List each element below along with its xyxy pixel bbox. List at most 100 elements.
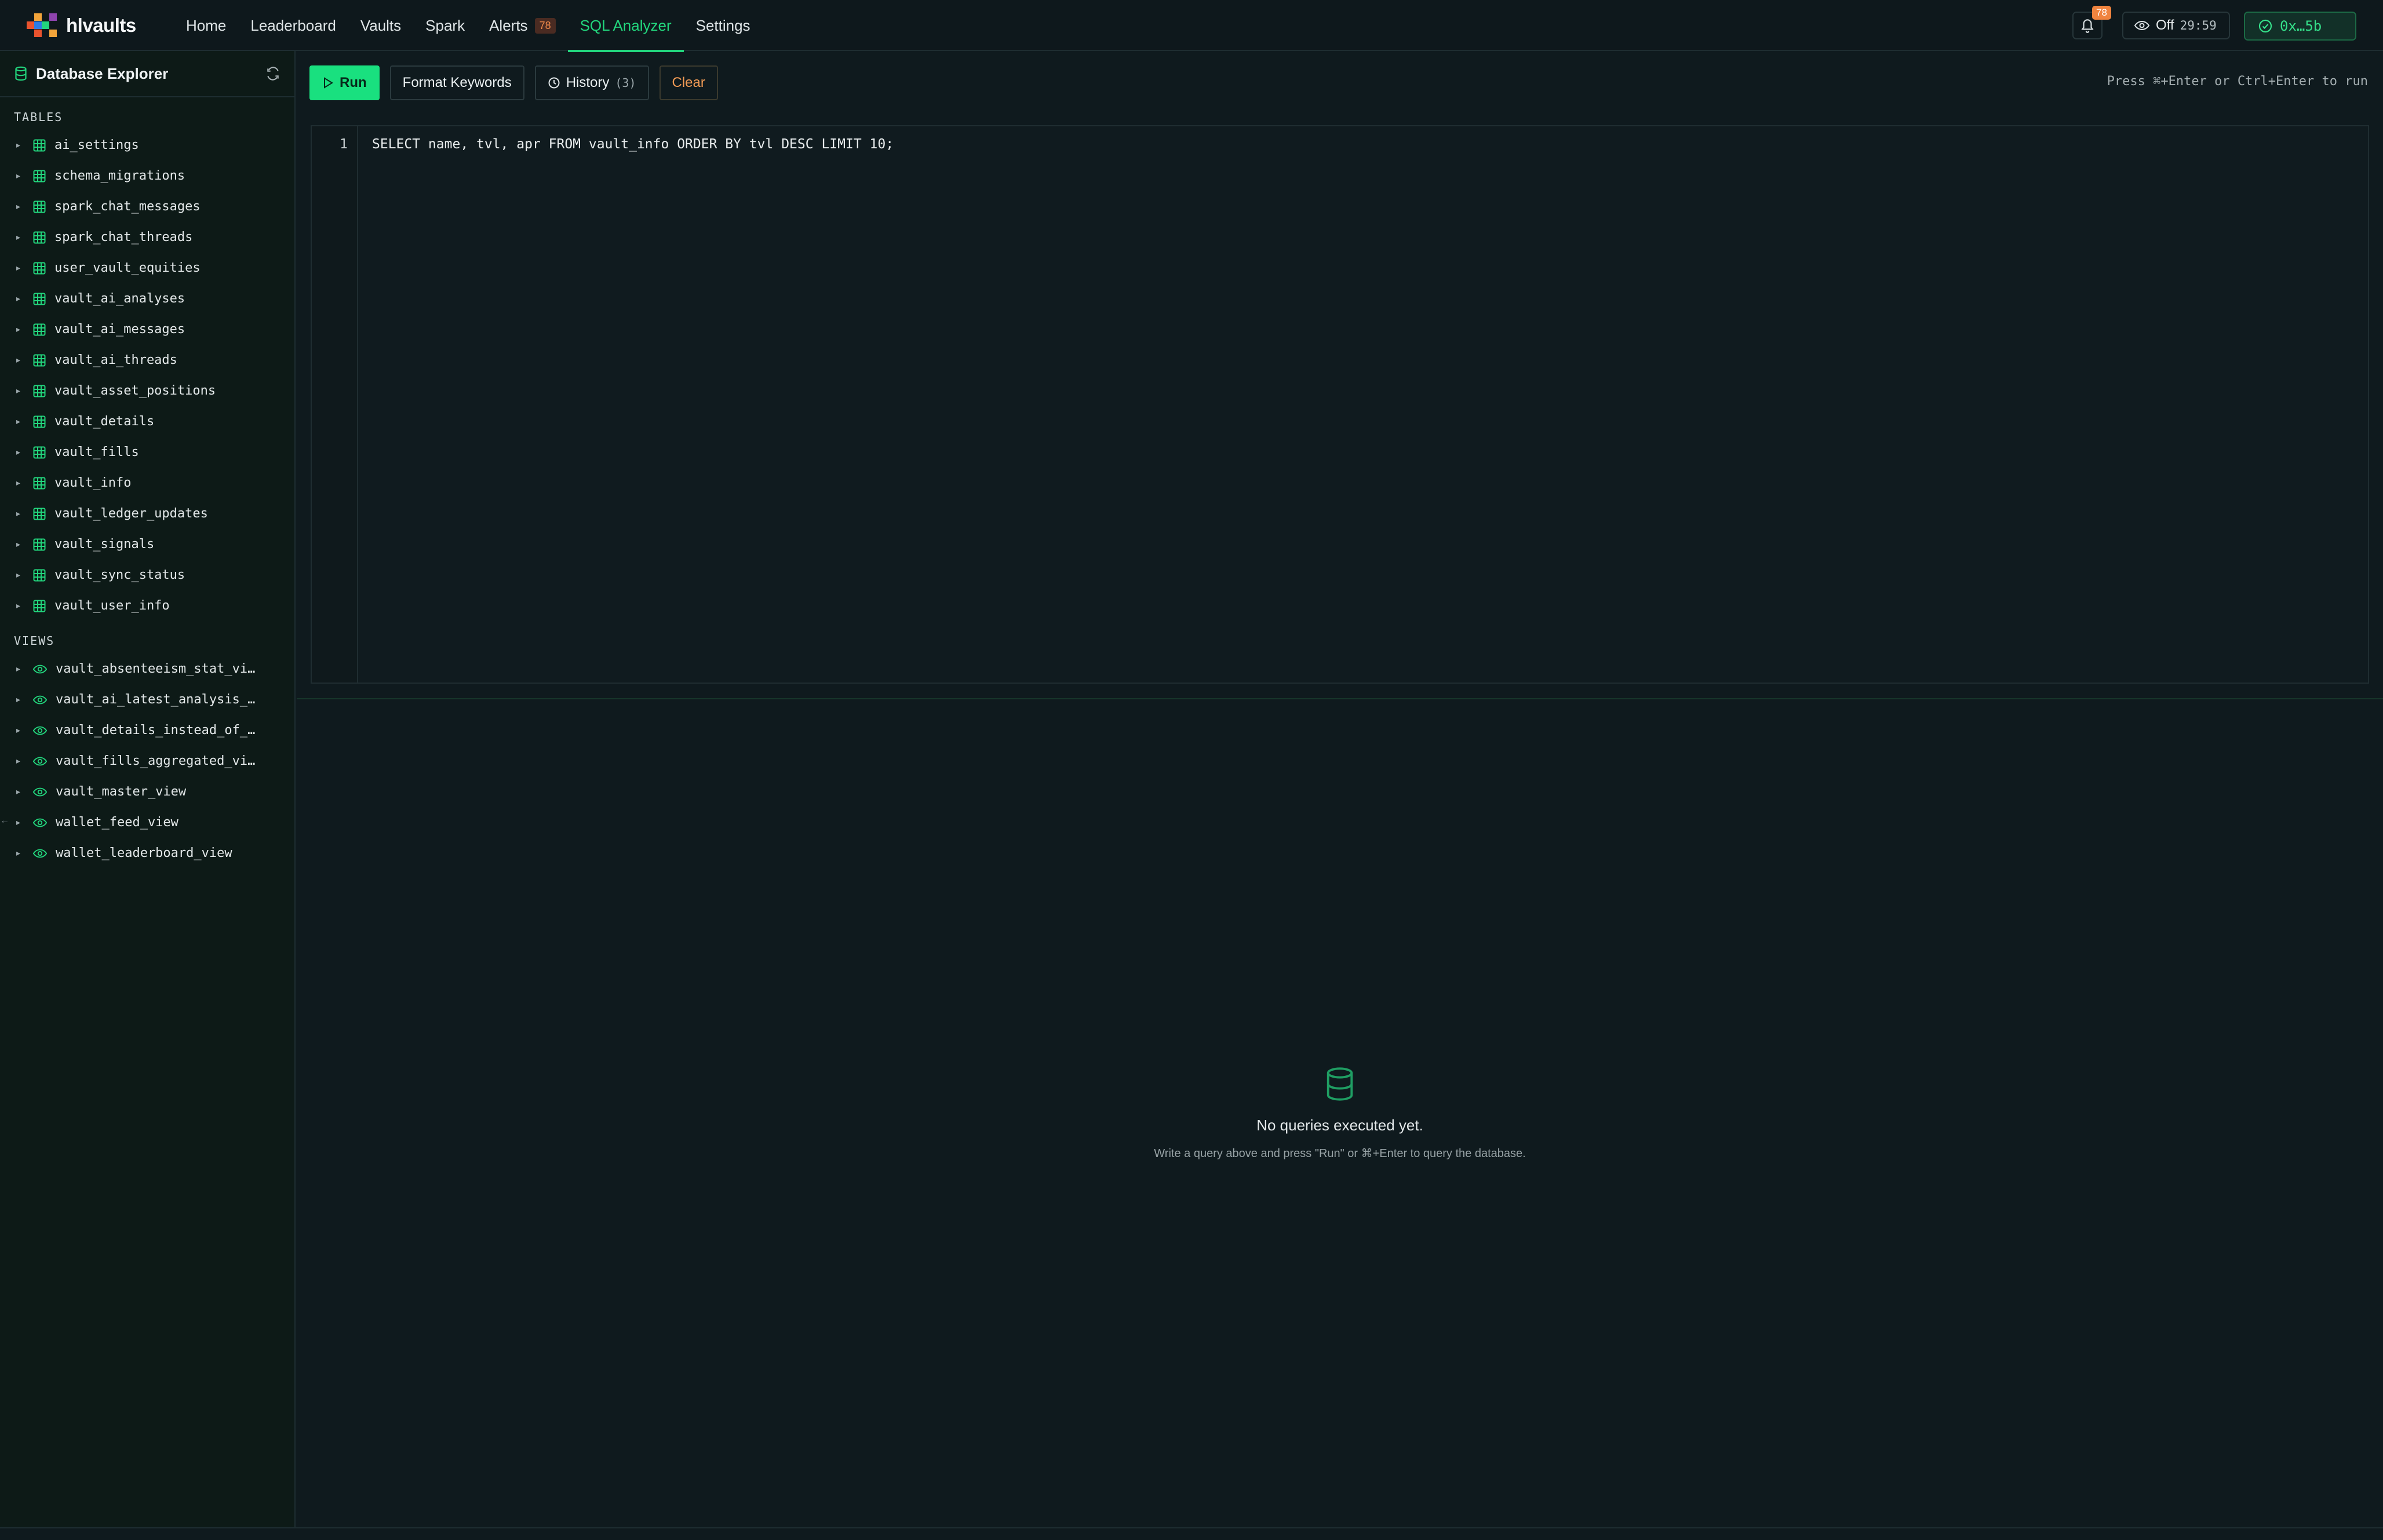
- view-name: vault_absenteeism_stat_vi…: [56, 662, 256, 676]
- expand-caret-icon[interactable]: ▸: [16, 695, 24, 705]
- table-grid-icon: [32, 446, 46, 459]
- nav-spark[interactable]: Spark: [413, 0, 477, 51]
- nav-alerts[interactable]: Alerts 78: [477, 0, 568, 51]
- table-item[interactable]: ▸ vault_ledger_updates: [0, 498, 294, 529]
- expand-caret-icon[interactable]: ▸: [16, 417, 24, 426]
- expand-caret-icon[interactable]: ▸: [16, 818, 24, 827]
- expand-caret-icon[interactable]: ▸: [16, 725, 24, 735]
- view-name: wallet_leaderboard_view: [56, 846, 232, 860]
- table-item[interactable]: ▸ vault_asset_positions: [0, 375, 294, 406]
- view-item[interactable]: ▸ vault_ai_latest_analysis_…: [0, 684, 294, 715]
- history-label: History: [566, 75, 610, 90]
- table-name: vault_ai_messages: [54, 322, 185, 337]
- expand-caret-icon[interactable]: ▸: [16, 539, 24, 549]
- expand-caret-icon[interactable]: ▸: [16, 386, 24, 396]
- table-name: vault_fills: [54, 445, 139, 459]
- nav-settings[interactable]: Settings: [684, 0, 763, 51]
- table-item[interactable]: ▸ ai_settings: [0, 130, 294, 160]
- nav-home-label: Home: [186, 16, 227, 34]
- sql-editor[interactable]: 1 SELECT name, tvl, apr FROM vault_info …: [311, 125, 2369, 684]
- expand-caret-icon[interactable]: ▸: [16, 324, 24, 334]
- expand-caret-icon[interactable]: ▸: [16, 601, 24, 611]
- check-circle-icon: [2258, 19, 2272, 33]
- editor-gutter: 1: [312, 126, 358, 683]
- visibility-state: Off: [2156, 17, 2174, 33]
- wallet-button[interactable]: 0x…5b: [2244, 12, 2356, 41]
- eye-icon: [32, 756, 48, 767]
- expand-caret-icon[interactable]: ▸: [16, 848, 24, 858]
- table-item[interactable]: ▸ vault_ai_threads: [0, 345, 294, 375]
- expand-caret-icon[interactable]: ▸: [16, 509, 24, 519]
- table-item[interactable]: ▸ spark_chat_threads: [0, 222, 294, 253]
- line-number: 1: [340, 137, 348, 152]
- table-grid-icon: [32, 200, 46, 214]
- table-item[interactable]: ▸ vault_sync_status: [0, 560, 294, 590]
- view-name: wallet_feed_view: [56, 815, 178, 830]
- eye-icon: [32, 663, 48, 675]
- nav-leaderboard[interactable]: Leaderboard: [238, 0, 348, 51]
- brand-logo[interactable]: hlvaults: [27, 12, 136, 39]
- main-nav: Home Leaderboard Vaults Spark Alerts 78 …: [174, 0, 763, 52]
- table-item[interactable]: ▸ user_vault_equities: [0, 253, 294, 283]
- code-line[interactable]: SELECT name, tvl, apr FROM vault_info OR…: [372, 137, 894, 152]
- table-grid-icon: [32, 599, 46, 613]
- eye-icon: [32, 786, 48, 798]
- view-item[interactable]: ▸ vault_fills_aggregated_vi…: [0, 746, 294, 776]
- expand-caret-icon[interactable]: ▸: [16, 355, 24, 365]
- sidebar-collapse-handle[interactable]: ←: [0, 816, 12, 833]
- table-item[interactable]: ▸ spark_chat_messages: [0, 191, 294, 222]
- expand-caret-icon[interactable]: ▸: [16, 756, 24, 766]
- expand-caret-icon[interactable]: ▸: [16, 263, 24, 273]
- table-item[interactable]: ▸ vault_user_info: [0, 590, 294, 621]
- database-icon: [15, 66, 27, 81]
- table-name: vault_ai_analyses: [54, 291, 185, 306]
- refresh-icon[interactable]: [265, 66, 280, 81]
- table-grid-icon: [32, 231, 46, 244]
- nav-alerts-label: Alerts: [489, 16, 528, 34]
- results-divider[interactable]: [297, 698, 2383, 699]
- visibility-timer-toggle[interactable]: Off 29:59: [2122, 12, 2230, 39]
- table-item[interactable]: ▸ vault_info: [0, 468, 294, 498]
- table-grid-icon: [32, 507, 46, 521]
- view-item[interactable]: ▸ wallet_leaderboard_view: [0, 838, 294, 868]
- expand-caret-icon[interactable]: ▸: [16, 447, 24, 457]
- expand-caret-icon[interactable]: ▸: [16, 294, 24, 304]
- nav-vaults[interactable]: Vaults: [348, 0, 413, 51]
- nav-vaults-label: Vaults: [360, 16, 402, 34]
- expand-caret-icon[interactable]: ▸: [16, 478, 24, 488]
- expand-caret-icon[interactable]: ▸: [16, 202, 24, 211]
- history-button[interactable]: History (3): [534, 65, 649, 100]
- table-item[interactable]: ▸ vault_fills: [0, 437, 294, 468]
- history-count: (3): [615, 76, 636, 90]
- expand-caret-icon[interactable]: ▸: [16, 232, 24, 242]
- table-item[interactable]: ▸ vault_details: [0, 406, 294, 437]
- view-item[interactable]: ▸ vault_master_view: [0, 776, 294, 807]
- notifications-count-badge: 78: [2092, 6, 2111, 20]
- table-grid-icon: [32, 415, 46, 429]
- expand-caret-icon[interactable]: ▸: [16, 787, 24, 797]
- format-keywords-label: Format Keywords: [402, 75, 512, 90]
- empty-state-subtitle: Write a query above and press "Run" or ⌘…: [1154, 1147, 1526, 1160]
- table-item[interactable]: ▸ vault_signals: [0, 529, 294, 560]
- sidebar-title: Database Explorer: [36, 64, 169, 82]
- view-item[interactable]: ▸ vault_absenteeism_stat_vi…: [0, 654, 294, 684]
- table-item[interactable]: ▸ vault_ai_messages: [0, 314, 294, 345]
- table-grid-icon: [32, 138, 46, 152]
- expand-caret-icon[interactable]: ▸: [16, 664, 24, 674]
- table-item[interactable]: ▸ vault_ai_analyses: [0, 283, 294, 314]
- view-item[interactable]: ▸ vault_details_instead_of_…: [0, 715, 294, 746]
- expand-caret-icon[interactable]: ▸: [16, 171, 24, 181]
- expand-caret-icon[interactable]: ▸: [16, 570, 24, 580]
- table-name: vault_signals: [54, 537, 155, 552]
- wallet-address: 0x…5b: [2280, 18, 2322, 34]
- view-item[interactable]: ▸ wallet_feed_view: [0, 807, 294, 838]
- clear-button[interactable]: Clear: [659, 65, 718, 100]
- nav-home[interactable]: Home: [174, 0, 238, 51]
- format-keywords-button[interactable]: Format Keywords: [389, 65, 524, 100]
- table-item[interactable]: ▸ schema_migrations: [0, 160, 294, 191]
- nav-sql-analyzer[interactable]: SQL Analyzer: [567, 0, 684, 52]
- run-button[interactable]: Run: [309, 65, 380, 100]
- table-name: vault_user_info: [54, 599, 170, 613]
- expand-caret-icon[interactable]: ▸: [16, 140, 24, 150]
- eye-icon: [32, 694, 48, 706]
